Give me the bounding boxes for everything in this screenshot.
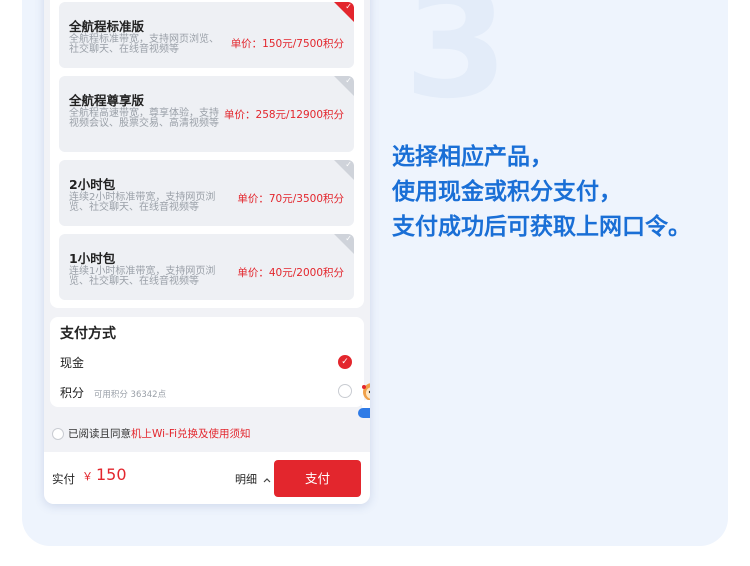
- step-number: 3: [404, 0, 509, 132]
- payment-option-cash[interactable]: 现金: [60, 354, 84, 371]
- product-description: 连续2小时标准带宽，支持网页浏览、社交聊天、在线音视频等: [69, 192, 216, 213]
- product-card-2h[interactable]: ✓ 2小时包 连续2小时标准带宽，支持网页浏览、社交聊天、在线音视频等 单价：7…: [59, 160, 354, 226]
- check-icon[interactable]: ✓: [338, 355, 352, 369]
- currency-symbol: ￥: [82, 470, 93, 483]
- product-description: 连续1小时标准带宽，支持网页浏览、社交聊天、在线音视频等: [69, 266, 216, 287]
- product-list: ✓ 全航程标准版 全航程标准带宽，支持网页浏览、社交聊天、在线音视频等 单价：1…: [50, 0, 364, 308]
- product-price: 单价：70元/3500积分: [237, 193, 344, 205]
- product-price: 单价：150元/7500积分: [230, 38, 344, 50]
- product-price: 单价：40元/2000积分: [237, 267, 344, 279]
- product-description: 全航程高速带宽，尊享体验，支持视频会议、股票交易、高清视频等: [69, 108, 219, 129]
- product-title: 2小时包: [69, 177, 116, 192]
- payment-option-points[interactable]: 积分 可用积分 36342点: [60, 384, 166, 401]
- caption-line: 使用现金或积分支付，: [392, 179, 622, 205]
- points-available: 可用积分 36342点: [93, 390, 167, 400]
- check-corner-icon: ✓: [334, 234, 354, 254]
- phone-screen: ✓ 全航程标准版 全航程标准带宽，支持网页浏览、社交聊天、在线音视频等 单价：1…: [44, 0, 370, 504]
- agreement-checkbox[interactable]: [52, 428, 64, 440]
- product-title: 1小时包: [69, 251, 116, 266]
- product-title: 全航程尊享版: [69, 93, 145, 108]
- pay-button[interactable]: 支付: [274, 460, 361, 497]
- caption-line: 支付成功后可获取上网口令。: [392, 214, 691, 240]
- agreement-row[interactable]: 已阅读且同意机上Wi-Fi兑换及使用须知: [52, 425, 251, 441]
- caption-line: 选择相应产品，: [392, 144, 553, 170]
- mascot-icon[interactable]: [352, 380, 370, 428]
- canvas: 3 选择相应产品， 使用现金或积分支付， 支付成功后可获取上网口令。 ✓ 全航程…: [0, 0, 750, 566]
- total-label: 实付: [52, 472, 75, 486]
- product-price: 单价：258元/12900积分: [224, 109, 344, 121]
- detail-label: 明细: [235, 473, 257, 486]
- points-radio[interactable]: [338, 384, 352, 398]
- check-corner-icon: ✓: [334, 2, 354, 22]
- payment-option-label: 现金: [60, 356, 85, 370]
- product-card-1h[interactable]: ✓ 1小时包 连续1小时标准带宽，支持网页浏览、社交聊天、在线音视频等 单价：4…: [59, 234, 354, 300]
- payment-method-title: 支付方式: [60, 326, 116, 342]
- agreement-link[interactable]: 机上Wi-Fi兑换及使用须知: [131, 428, 251, 440]
- check-corner-icon: ✓: [334, 160, 354, 180]
- amount-value: 150: [96, 465, 127, 484]
- product-description: 全航程标准带宽，支持网页浏览、社交聊天、在线音视频等: [69, 34, 219, 55]
- product-card-standard[interactable]: ✓ 全航程标准版 全航程标准带宽，支持网页浏览、社交聊天、在线音视频等 单价：1…: [59, 2, 354, 68]
- product-title: 全航程标准版: [69, 19, 145, 34]
- chevron-up-icon: [263, 478, 270, 483]
- check-corner-icon: ✓: [334, 76, 354, 96]
- instruction-caption: 选择相应产品， 使用现金或积分支付， 支付成功后可获取上网口令。: [392, 140, 732, 245]
- checkout-bar: 实付 ￥ 150 明细 支付: [44, 452, 370, 504]
- detail-toggle[interactable]: 明细: [235, 471, 271, 487]
- total-amount: ￥ 150: [82, 465, 127, 484]
- agreement-prefix: 已阅读且同意: [68, 428, 131, 440]
- payment-option-label: 积分: [60, 386, 85, 400]
- product-card-premium[interactable]: ✓ 全航程尊享版 全航程高速带宽，尊享体验，支持视频会议、股票交易、高清视频等 …: [59, 76, 354, 152]
- payment-method-section: 支付方式 现金 ✓ 积分 可用积分 36342点: [50, 317, 364, 407]
